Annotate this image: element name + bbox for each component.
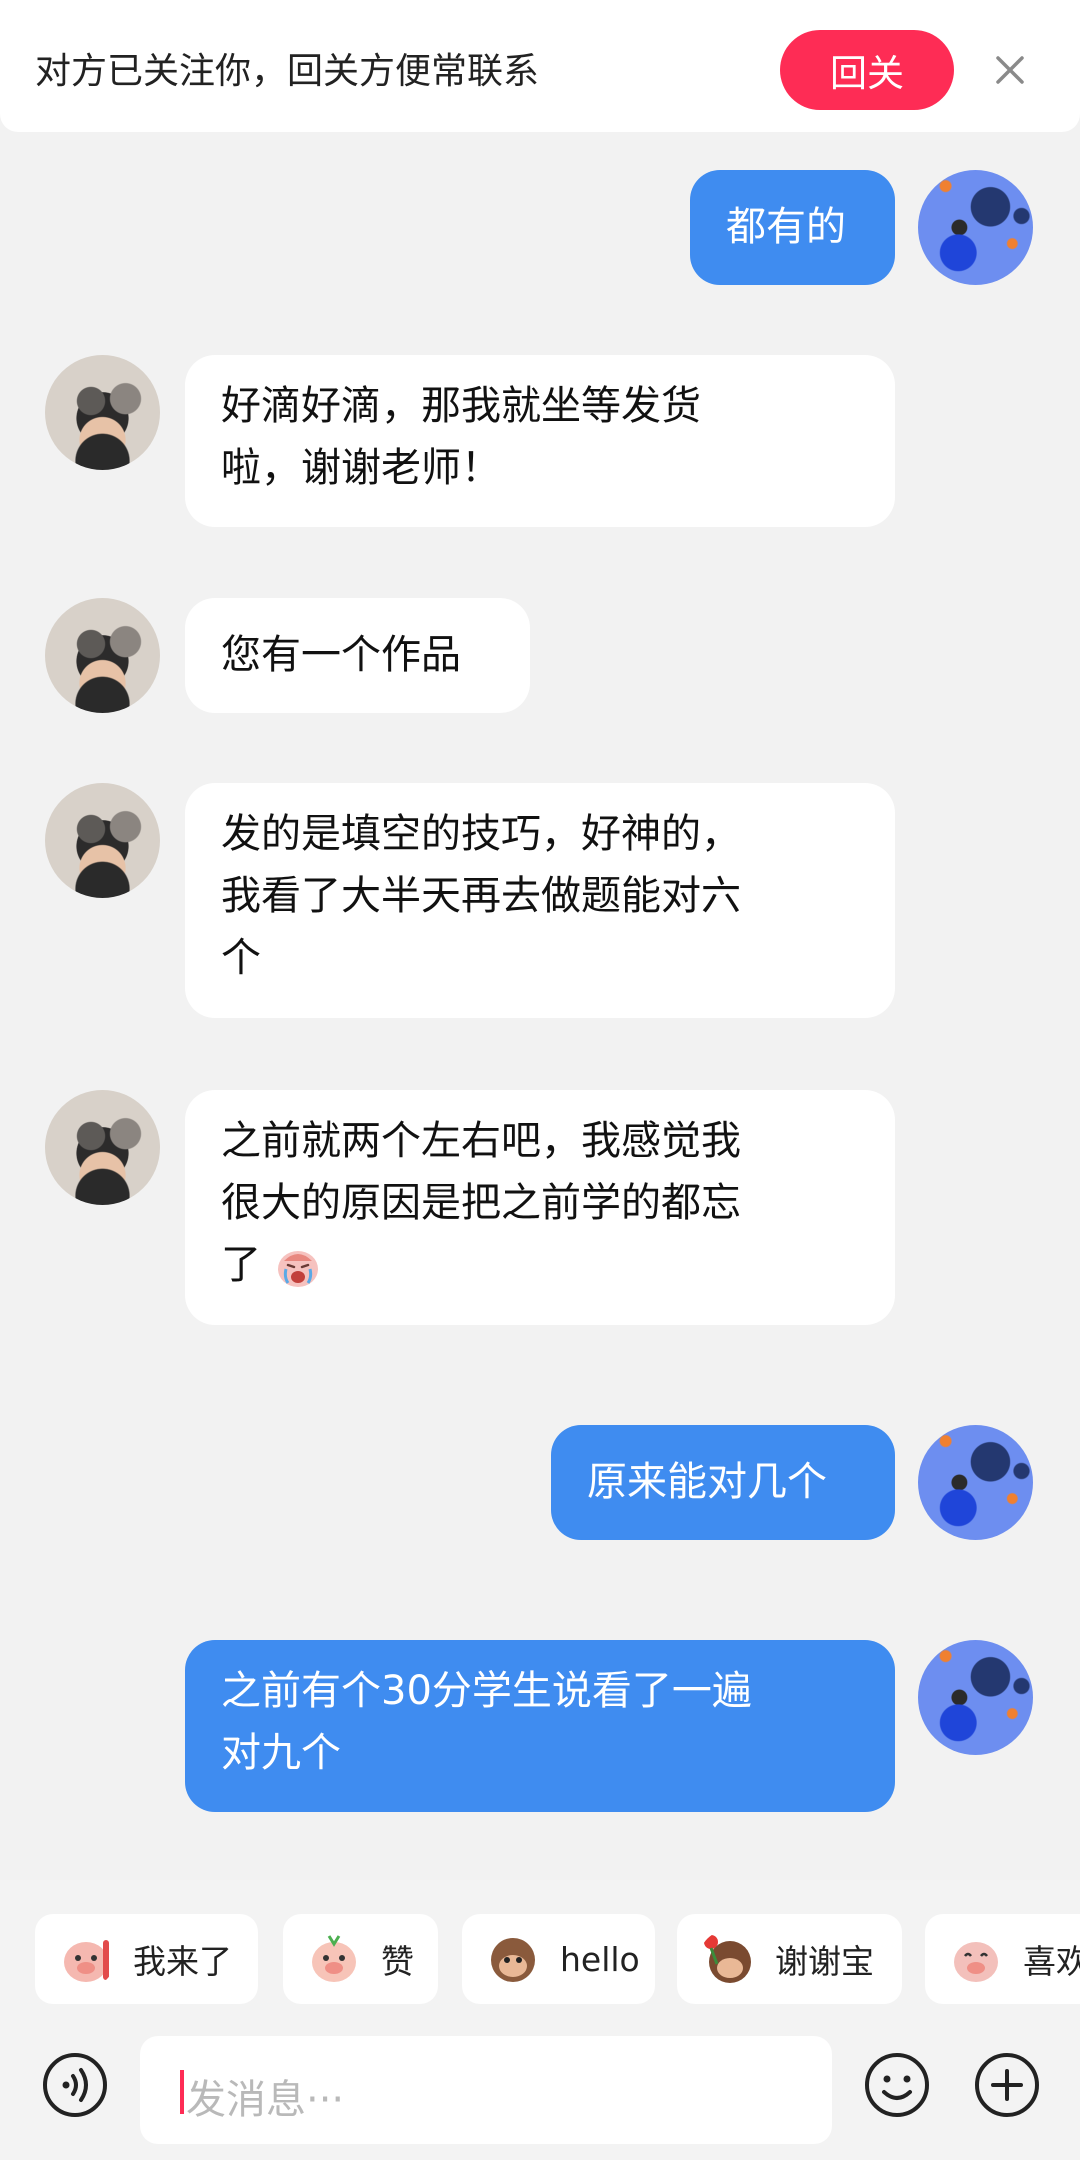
pig-love-icon xyxy=(954,1942,998,1982)
avatar-self[interactable] xyxy=(918,1425,1033,1540)
message-bubble-incoming[interactable]: 发的是填空的技巧，好神的， 我看了大半天再去做题能对六 个 xyxy=(185,783,895,1018)
message-bubble-outgoing[interactable]: 原来能对几个 xyxy=(551,1425,895,1540)
message-bubble-incoming[interactable]: 您有一个作品 xyxy=(185,598,530,713)
message-bubble-outgoing[interactable]: 都有的 xyxy=(690,170,895,285)
avatar-contact[interactable] xyxy=(45,355,160,470)
monkey-hello-icon xyxy=(491,1938,535,1982)
avatar-contact[interactable] xyxy=(45,1090,160,1205)
message-text: 好滴好滴，那我就坐等发货 xyxy=(221,383,701,429)
message-input[interactable]: 发消息··· xyxy=(140,2036,832,2144)
pig-thumbs-up-icon xyxy=(312,1935,356,1982)
avatar-self[interactable] xyxy=(918,170,1033,285)
text-caret xyxy=(180,2070,184,2114)
message-bubble-incoming[interactable]: 之前就两个左右吧，我感觉我 很大的原因是把之前学的都忘 了 xyxy=(185,1090,895,1325)
message-text: 都有的 xyxy=(726,204,846,250)
message-text: 很大的原因是把之前学的都忘 xyxy=(221,1180,741,1226)
message-bubble-incoming[interactable]: 好滴好滴，那我就坐等发货 啦，谢谢老师！ xyxy=(185,355,895,527)
quick-sticker[interactable]: 赞 xyxy=(283,1914,438,2004)
message-text: 了 xyxy=(221,1242,261,1288)
quick-sticker[interactable]: 我来了 xyxy=(35,1914,258,2004)
quick-sticker[interactable]: 谢谢宝 xyxy=(677,1914,902,2004)
sticker-label: hello xyxy=(560,1939,640,1979)
message-text: 个 xyxy=(221,935,261,981)
message-text: 您有一个作品 xyxy=(221,632,461,678)
sticker-label: 我来了 xyxy=(133,1942,232,1981)
avatar-contact[interactable] xyxy=(45,598,160,713)
message-input-placeholder: 发消息··· xyxy=(186,2077,345,2123)
sticker-label: 赞 xyxy=(381,1942,414,1981)
message-text: 对九个 xyxy=(221,1730,341,1776)
sticker-label: 喜欢 xyxy=(1023,1942,1080,1981)
message-bubble-outgoing[interactable]: 之前有个30分学生说看了一遍 对九个 xyxy=(185,1640,895,1812)
message-text: 之前就两个左右吧，我感觉我 xyxy=(221,1118,741,1164)
emoji-picker-icon[interactable] xyxy=(864,2052,930,2118)
crying-face-emoji-icon xyxy=(277,1251,318,1287)
quick-sticker[interactable]: 喜欢 xyxy=(925,1914,1080,2004)
quick-sticker[interactable]: hello xyxy=(462,1914,655,2004)
message-text: 啦，谢谢老师！ xyxy=(221,445,501,491)
voice-input-icon[interactable] xyxy=(42,2052,108,2118)
plus-icon[interactable] xyxy=(974,2052,1040,2118)
chat-thread[interactable]: 都有的 好滴好滴，那我就坐等发货 啦，谢谢老师！ 您有一个作品 发的是填空的技巧… xyxy=(0,0,1080,1880)
avatar-contact[interactable] xyxy=(45,783,160,898)
message-text: 我看了大半天再去做题能对六 xyxy=(221,873,741,919)
message-text: 之前有个30分学生说看了一遍 xyxy=(221,1668,752,1714)
message-text: 发的是填空的技巧，好神的， xyxy=(221,811,741,857)
monkey-rose-icon xyxy=(704,1935,751,1983)
pig-waving-icon xyxy=(64,1940,109,1982)
avatar-self[interactable] xyxy=(918,1640,1033,1755)
message-text: 原来能对几个 xyxy=(587,1459,827,1505)
composer-row: 发消息··· xyxy=(0,2036,1080,2146)
sticker-label: 谢谢宝 xyxy=(775,1942,874,1981)
